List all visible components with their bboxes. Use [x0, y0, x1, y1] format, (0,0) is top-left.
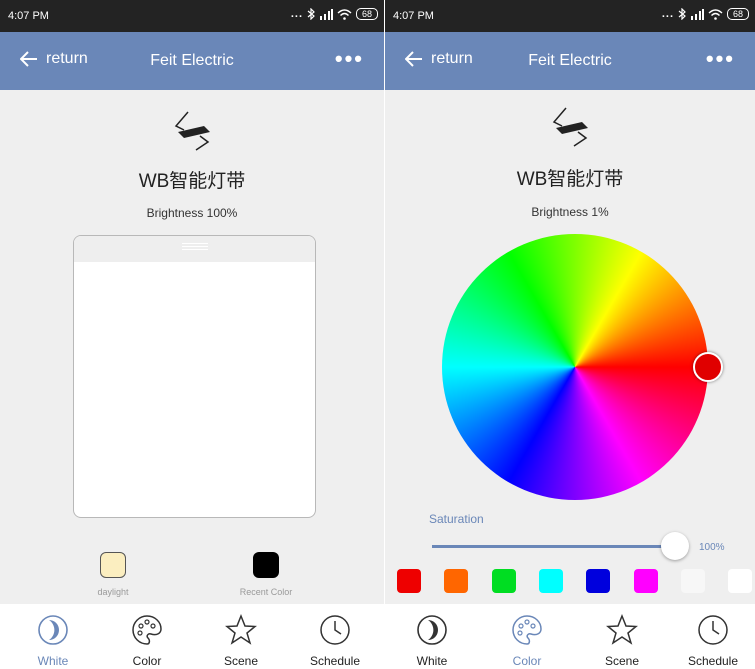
tab-color-label: Color: [512, 654, 542, 668]
page-title: Feit Electric: [528, 52, 612, 69]
daylight-label: daylight: [97, 587, 129, 597]
handle-line: [181, 246, 208, 247]
app-header: return Feit Electric •••: [0, 32, 384, 90]
status-icons: ... 68: [662, 8, 749, 20]
preset-color-swatch[interactable]: [492, 569, 516, 593]
preset-color-swatch[interactable]: [586, 569, 610, 593]
phone-screen-color: 4:07 PM ... 68 return Feit Electric ••• …: [385, 0, 755, 669]
signal-icon: [691, 8, 704, 20]
daylight-swatch[interactable]: [100, 552, 126, 578]
tab-white[interactable]: White: [387, 604, 477, 669]
status-time: 4:07 PM: [393, 10, 434, 22]
brightness-readout: Brightness 100%: [146, 206, 238, 220]
palette-icon: [132, 615, 162, 645]
bottom-tab-bar: White Color Scene Schedule: [0, 604, 384, 669]
preset-color-swatch[interactable]: [728, 569, 752, 593]
status-icons: ... 68: [291, 8, 378, 20]
saturation-value: 100%: [699, 542, 725, 553]
moon-icon: [38, 615, 68, 645]
status-bar: 4:07 PM ... 68: [0, 0, 384, 32]
color-wheel-selector[interactable]: [693, 352, 723, 382]
saturation-label: Saturation: [429, 512, 484, 526]
tab-white[interactable]: White: [8, 604, 98, 669]
signal-icon: [320, 8, 333, 20]
device-name: WB智能灯带: [138, 171, 246, 192]
handle-line: [181, 249, 208, 250]
tab-scene[interactable]: Scene: [577, 604, 667, 669]
battery-indicator: 68: [356, 8, 378, 20]
tab-color[interactable]: Color: [102, 604, 192, 669]
preset-color-swatch[interactable]: [444, 569, 468, 593]
moon-icon: [417, 615, 447, 645]
clock-icon: [698, 615, 728, 645]
recent-color-label: Recent Color: [239, 587, 293, 597]
wifi-icon: [708, 8, 723, 20]
tab-schedule[interactable]: Schedule: [290, 604, 380, 669]
more-options-button[interactable]: •••: [706, 46, 735, 72]
tab-scene-label: Scene: [604, 654, 640, 668]
notification-dots: ...: [290, 8, 303, 20]
battery-indicator: 68: [727, 8, 749, 20]
bluetooth-icon: [678, 8, 686, 20]
panel-drag-handle[interactable]: [74, 236, 315, 262]
tab-schedule-label: Schedule: [309, 654, 361, 668]
recent-color-swatch[interactable]: [253, 552, 279, 578]
wifi-icon: [337, 8, 352, 20]
page-title: Feit Electric: [150, 52, 234, 69]
clock-icon: [320, 615, 350, 645]
bluetooth-icon: [307, 8, 315, 20]
device-name: WB智能灯带: [516, 169, 624, 190]
handle-line: [181, 243, 208, 244]
tab-scene-label: Scene: [223, 654, 259, 668]
tab-schedule[interactable]: Schedule: [671, 604, 755, 669]
preset-color-swatch[interactable]: [681, 569, 705, 593]
phone-screen-white: 4:07 PM ... 68 return Feit Electric ••• …: [0, 0, 384, 669]
tab-color-label: Color: [132, 654, 162, 668]
tab-schedule-label: Schedule: [687, 654, 739, 668]
tab-color[interactable]: Color: [482, 604, 572, 669]
color-wheel[interactable]: [442, 234, 708, 500]
tab-white-label: White: [416, 654, 448, 668]
app-header: return Feit Electric •••: [385, 32, 755, 90]
preset-color-swatch[interactable]: [539, 569, 563, 593]
star-icon: [606, 614, 638, 645]
bottom-tab-bar: White Color Scene Schedule: [385, 604, 755, 669]
tab-white-label: White: [37, 654, 69, 668]
preset-color-swatch[interactable]: [397, 569, 421, 593]
status-bar: 4:07 PM ... 68: [385, 0, 755, 32]
color-wheel-container: [442, 234, 723, 500]
tab-scene[interactable]: Scene: [196, 604, 286, 669]
palette-icon: [512, 615, 542, 645]
preset-color-swatch[interactable]: [634, 569, 658, 593]
saturation-slider-thumb[interactable]: [661, 532, 689, 560]
star-icon: [225, 614, 257, 645]
brightness-readout: Brightness 1%: [531, 205, 609, 219]
saturation-slider-track[interactable]: [432, 545, 676, 548]
brand-logo-icon: [552, 107, 588, 147]
white-brightness-panel[interactable]: [73, 235, 316, 518]
notification-dots: ...: [661, 8, 674, 20]
more-options-button[interactable]: •••: [335, 46, 364, 72]
brand-logo-icon: [174, 111, 210, 151]
status-time: 4:07 PM: [8, 10, 49, 22]
